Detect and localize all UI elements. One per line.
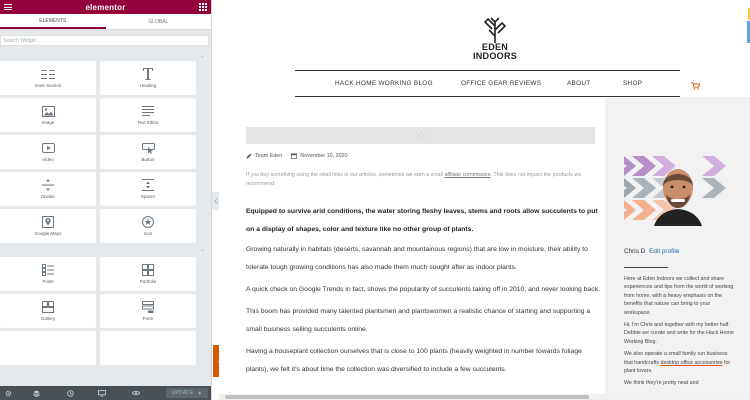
inner-section-icon [41, 68, 55, 80]
main-navigation: HACK HOME WORKING BLOG OFFICE GEAR REVIE… [295, 70, 680, 97]
article-paragraph: Having a houseplant collection ourselves… [246, 348, 582, 373]
widget-heading[interactable]: Heading [100, 61, 196, 95]
widgets-grid-icon[interactable] [199, 3, 207, 11]
horizontal-scrollbar[interactable] [219, 394, 750, 400]
panel-header: elementor [0, 0, 211, 14]
responsive-desktop-icon[interactable] [96, 386, 108, 400]
settings-gear-icon[interactable] [2, 386, 14, 400]
move-icon [416, 131, 425, 140]
divider [624, 267, 668, 268]
post-date: November 10, 2020 [291, 153, 348, 159]
author-sidebar: Chris D Edit profile Here at Eden Indoor… [605, 97, 750, 400]
widget-image[interactable]: Image [0, 98, 96, 132]
desktop-office-accessories-link[interactable]: desktop office accessories [661, 360, 723, 366]
panel-footer: UPDATE ▲ [0, 386, 211, 400]
button-icon [141, 142, 155, 154]
category-pro-header[interactable]: ⌄ [0, 243, 211, 257]
gallery-icon [42, 301, 54, 313]
widget-posts[interactable]: Posts [0, 257, 96, 291]
heading-icon [143, 68, 153, 80]
affiliate-commission-link[interactable]: affiliate commission [444, 172, 490, 178]
tab-global[interactable]: GLOBAL [106, 14, 212, 29]
posts-icon [42, 264, 54, 276]
affiliate-disclaimer: If you buy something using the retail li… [246, 172, 582, 187]
widget-partial-right[interactable] [100, 331, 196, 365]
pencil-icon [246, 153, 252, 159]
site-logo[interactable]: EDEN INDOORS [473, 16, 517, 64]
image-icon [41, 105, 55, 117]
widget-google-maps[interactable]: Google Maps [0, 209, 96, 243]
author-avatar[interactable] [624, 156, 731, 226]
chevron-down-icon: ⌄ [199, 247, 205, 253]
widget-inner-section[interactable]: Inner Section [0, 61, 96, 95]
author-bio: Here at Eden Indoors we collect and shar… [624, 276, 734, 387]
panel-collapse-handle[interactable] [212, 192, 219, 210]
elementor-panel: elementor ELEMENTS GLOBAL Search Widget.… [0, 0, 212, 400]
preview-eye-icon[interactable] [130, 386, 142, 400]
form-icon [142, 301, 154, 313]
calendar-icon [291, 153, 298, 159]
site-preview: EDEN INDOORS HACK HOME WORKING BLOG OFFI… [219, 0, 750, 400]
chevron-left-icon [213, 198, 217, 204]
widget-divider[interactable]: Divider [0, 172, 96, 206]
star-icon [142, 216, 154, 228]
history-icon[interactable] [64, 386, 76, 400]
article-paragraph: This boom has provided many talented pla… [246, 308, 591, 333]
tree-logo-icon [483, 17, 507, 43]
widget-icon[interactable]: Icon [100, 209, 196, 243]
pro-widgets-grid: Posts Portfolio Gallery Form [0, 257, 211, 365]
widget-partial-left[interactable] [0, 331, 96, 365]
menu-icon[interactable] [4, 4, 12, 10]
nav-about[interactable]: ABOUT [567, 80, 591, 87]
caret-up-icon[interactable]: ▲ [197, 390, 202, 396]
article-paragraph: Growing naturally in habitats (deserts, … [246, 246, 588, 271]
widget-video[interactable]: Video [0, 135, 96, 169]
google-maps-icon [42, 216, 54, 228]
nav-hack-home-working-blog[interactable]: HACK HOME WORKING BLOG [335, 80, 433, 87]
widget-form[interactable]: Form [100, 294, 196, 328]
update-button[interactable]: UPDATE ▲ [166, 388, 208, 398]
widget-portfolio[interactable]: Portfolio [100, 257, 196, 291]
spacer-icon [142, 179, 154, 191]
divider-icon [42, 179, 54, 191]
nav-office-gear-reviews[interactable]: OFFICE GEAR REVIEWS [461, 80, 541, 87]
chevron-down-icon: ⌄ [199, 53, 205, 59]
article-body: Equipped to survive arid conditions, the… [246, 203, 601, 383]
post-author[interactable]: Team Eden [246, 153, 282, 159]
post-meta: Team Eden November 10, 2020 [246, 153, 357, 159]
nav-shop[interactable]: SHOP [623, 80, 642, 87]
video-icon [41, 142, 55, 154]
scrollbar-thumb[interactable] [225, 395, 589, 399]
article-lead: Equipped to survive arid conditions, the… [246, 208, 598, 233]
edit-profile-link[interactable]: Edit profile [649, 248, 679, 255]
widget-text-editor[interactable]: Text Editor [100, 98, 196, 132]
search-widget-input[interactable]: Search Widget... [0, 35, 209, 46]
panel-tabs: ELEMENTS GLOBAL [0, 14, 211, 30]
tab-elements[interactable]: ELEMENTS [0, 14, 106, 29]
featured-image-placeholder[interactable] [246, 127, 595, 144]
navigator-layers-icon[interactable] [30, 386, 42, 400]
cart-icon[interactable] [691, 77, 701, 95]
elementor-logo: elementor [85, 2, 126, 12]
author-name: Chris D Edit profile [624, 248, 680, 255]
text-editor-icon [142, 105, 154, 117]
article-paragraph: A quick check on Google Trends in fact, … [246, 286, 600, 293]
widget-spacer[interactable]: Spacer [100, 172, 196, 206]
widget-button[interactable]: Button [100, 135, 196, 169]
category-basic-header[interactable]: ⌄ [0, 51, 211, 61]
basic-widgets-grid: Inner Section Heading Image Text Editor … [0, 61, 211, 243]
widget-gallery[interactable]: Gallery [0, 294, 96, 328]
portfolio-icon [142, 264, 154, 276]
